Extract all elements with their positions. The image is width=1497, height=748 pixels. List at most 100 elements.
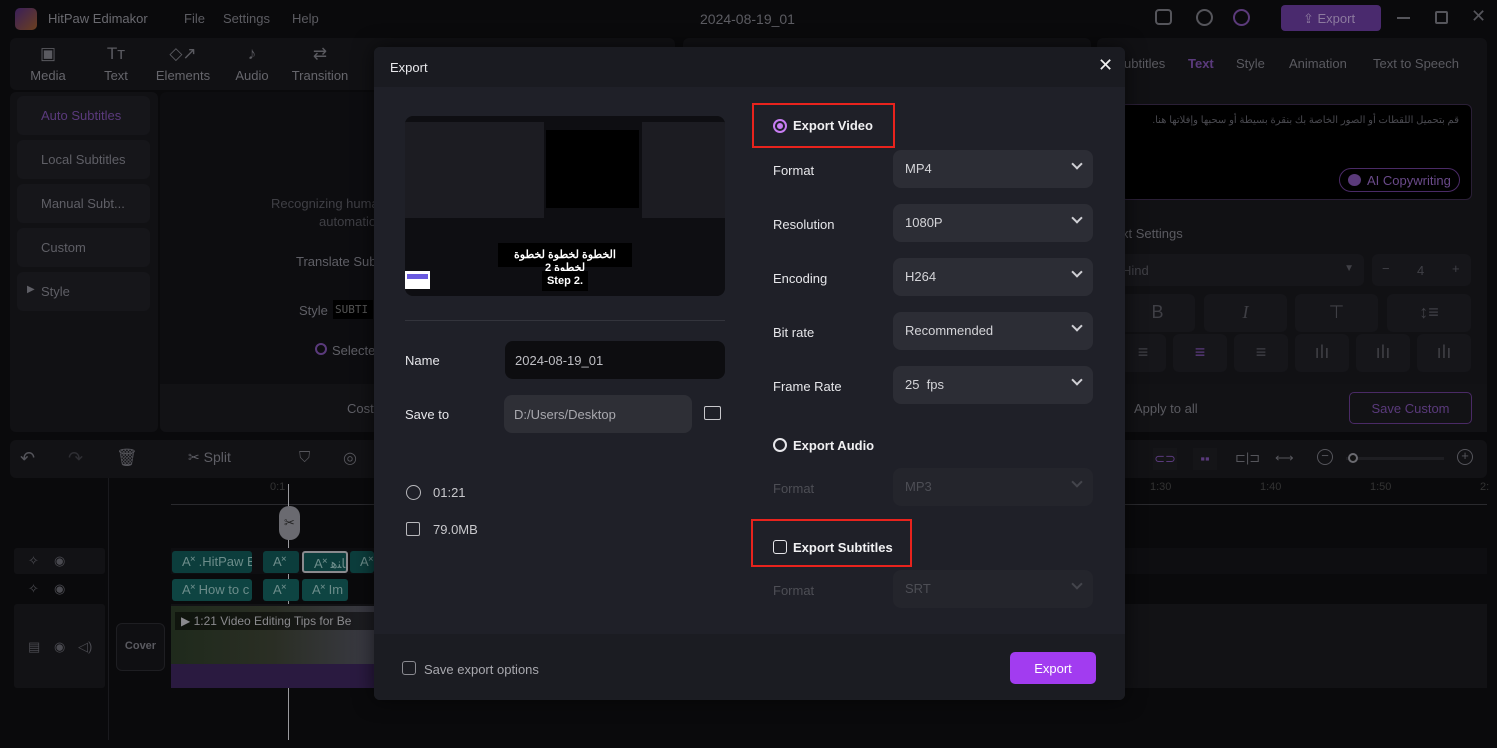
subtitle-clip[interactable]: A˟ .HitPaw E [172, 551, 252, 573]
undo-icon[interactable]: ↶ [20, 448, 35, 469]
split-align-icon[interactable]: ⊏|⊐ [1235, 450, 1260, 466]
playhead-scissors-icon[interactable]: ✂ [279, 506, 300, 540]
export-button[interactable]: Export [1010, 652, 1096, 684]
save-custom-button[interactable]: Save Custom [1349, 392, 1472, 424]
apply-to-all-toggle[interactable]: Apply to all [1134, 401, 1198, 416]
description-line-2: automatio [319, 214, 377, 229]
save-options-checkbox[interactable] [402, 661, 416, 675]
eye-icon[interactable]: ◉ [54, 553, 65, 569]
format-select[interactable]: MP4 [893, 150, 1093, 188]
valign-middle-button[interactable]: ıǀı [1356, 334, 1410, 372]
frame-rate-select[interactable]: 25 fps [893, 366, 1093, 404]
font-select[interactable]: Hind ▼ [1110, 254, 1364, 286]
sparkle-icon[interactable]: ✧ [28, 553, 39, 569]
selected-radio[interactable] [315, 343, 327, 355]
valign-top-button[interactable]: ıǀı [1295, 334, 1349, 372]
export-subtitles-checkbox[interactable] [773, 540, 787, 554]
sidebar-item-manual-subtitles[interactable]: Manual Subt... [17, 184, 150, 223]
track-header-subtitle-1: ✧ ◉ [14, 548, 105, 574]
account-icon[interactable] [1233, 9, 1250, 26]
cover-button[interactable]: Cover [116, 623, 165, 671]
export-subtitles-label[interactable]: Export Subtitles [793, 540, 893, 555]
link-icon[interactable]: ⊂⊃ [1153, 448, 1177, 470]
subtitle-clip[interactable]: A˟ How to c [172, 579, 252, 601]
fit-icon[interactable]: ⟷ [1275, 450, 1294, 466]
zoom-slider-handle[interactable] [1348, 453, 1358, 463]
ai-copywriting-button[interactable]: AI Copywriting [1339, 168, 1460, 192]
save-to-path[interactable]: D:/Users/Desktop [504, 395, 692, 433]
track-header-video: ▤ ◉ ◁) [14, 604, 105, 688]
sidebar-item-style[interactable]: ▶ Style [17, 272, 150, 311]
export-audio-radio[interactable] [773, 438, 787, 452]
zoom-in-icon[interactable]: + [1457, 449, 1473, 465]
zoom-slider[interactable] [1346, 453, 1444, 463]
resolution-select[interactable]: 1080P [893, 204, 1093, 242]
export-video-radio[interactable] [773, 119, 787, 133]
eye-icon[interactable]: ◉ [54, 581, 65, 597]
subtitle-clip[interactable]: A˟ [350, 551, 374, 573]
film-icon[interactable]: ▤ [28, 639, 40, 655]
redo-icon[interactable]: ↷ [68, 448, 83, 469]
minimize-icon[interactable] [1397, 17, 1410, 19]
menu-settings[interactable]: Settings [223, 11, 270, 26]
maximize-icon[interactable] [1435, 11, 1448, 24]
align-left-button[interactable]: ≡ [1120, 334, 1166, 372]
close-icon[interactable]: ✕ [1098, 55, 1113, 76]
export-video-label[interactable]: Export Video [793, 118, 873, 133]
subtitle-clip[interactable]: A˟ Im [302, 579, 348, 601]
bold-button[interactable]: B [1120, 294, 1195, 332]
line-spacing-button[interactable]: ↕≡ [1387, 294, 1471, 332]
name-input[interactable]: 2024-08-19_01 [505, 341, 725, 379]
bitrate-select[interactable]: Recommended [893, 312, 1093, 350]
style-preview[interactable]: SUBTI [333, 300, 373, 319]
menu-help[interactable]: Help [292, 11, 319, 26]
plus-icon[interactable]: + [1452, 261, 1460, 276]
delete-icon[interactable]: 🗑 [116, 448, 138, 468]
valign-bottom-button[interactable]: ıǀı [1417, 334, 1471, 372]
tool-transition[interactable]: ⇄ Transition [290, 44, 350, 83]
export-audio-label[interactable]: Export Audio [793, 438, 874, 453]
sidebar-item-local-subtitles[interactable]: Local Subtitles [17, 140, 150, 179]
minus-icon[interactable]: − [1382, 261, 1390, 276]
tab-text[interactable]: Text [1188, 56, 1214, 71]
char-spacing-button[interactable]: ⊤ [1295, 294, 1378, 332]
video-clip[interactable]: ▶ 1:21 Video Editing Tips for Be [171, 606, 374, 664]
tool-audio[interactable]: ♪ Audio [222, 44, 282, 83]
sparkle-icon[interactable]: ✧ [28, 581, 39, 597]
close-window-icon[interactable]: ✕ [1471, 6, 1486, 27]
italic-button[interactable]: I [1204, 294, 1287, 332]
speaker-icon[interactable]: ◁) [78, 639, 92, 655]
encoding-select[interactable]: H264 [893, 258, 1093, 296]
subtitle-format-select[interactable]: SRT [893, 570, 1093, 608]
save-options-label[interactable]: Save export options [424, 662, 539, 677]
zoom-out-icon[interactable]: − [1317, 449, 1333, 465]
text-content-input[interactable]: قم بتحميل اللقطات أو الصور الخاصة بك بنق… [1120, 104, 1472, 200]
subtitle-clip[interactable]: A˟ [263, 579, 299, 601]
tool-media[interactable]: ▣ Media [18, 44, 78, 83]
download-icon[interactable] [1196, 9, 1213, 26]
tool-text[interactable]: Tт Text [86, 44, 146, 83]
upload-icon: ⇪ [1303, 11, 1318, 26]
tab-style[interactable]: Style [1236, 56, 1265, 71]
menu-file[interactable]: File [184, 11, 205, 26]
align-right-button[interactable]: ≡ [1234, 334, 1288, 372]
align-center-button[interactable]: ≡ [1173, 334, 1227, 372]
folder-icon[interactable] [704, 406, 721, 420]
feedback-icon[interactable] [1155, 9, 1172, 25]
tab-text-to-speech[interactable]: Text to Speech [1373, 56, 1459, 71]
sidebar-item-auto-subtitles[interactable]: Auto Subtitles [17, 96, 150, 135]
voice-icon[interactable]: ◎ [343, 448, 357, 468]
font-size-stepper[interactable]: − 4 + [1372, 254, 1471, 286]
split-button[interactable]: ✂ Split [188, 449, 231, 466]
tab-subtitles[interactable]: ubtitles [1124, 56, 1165, 71]
top-export-button[interactable]: ⇪ Export [1281, 5, 1381, 31]
subtitle-clip[interactable]: A˟ [263, 551, 299, 573]
tool-elements[interactable]: ◇↗ Elements [153, 44, 213, 83]
tab-animation[interactable]: Animation [1289, 56, 1347, 71]
sidebar-item-custom[interactable]: Custom [17, 228, 150, 267]
subtitle-clip-selected[interactable]: A˟ ﺎﻨﻫ. [302, 551, 348, 573]
audio-format-select[interactable]: MP3 [893, 468, 1093, 506]
magnet-icon[interactable]: ▪▪ [1193, 448, 1217, 470]
marker-icon[interactable]: ⛉ [299, 449, 310, 466]
eye-icon[interactable]: ◉ [54, 639, 65, 655]
